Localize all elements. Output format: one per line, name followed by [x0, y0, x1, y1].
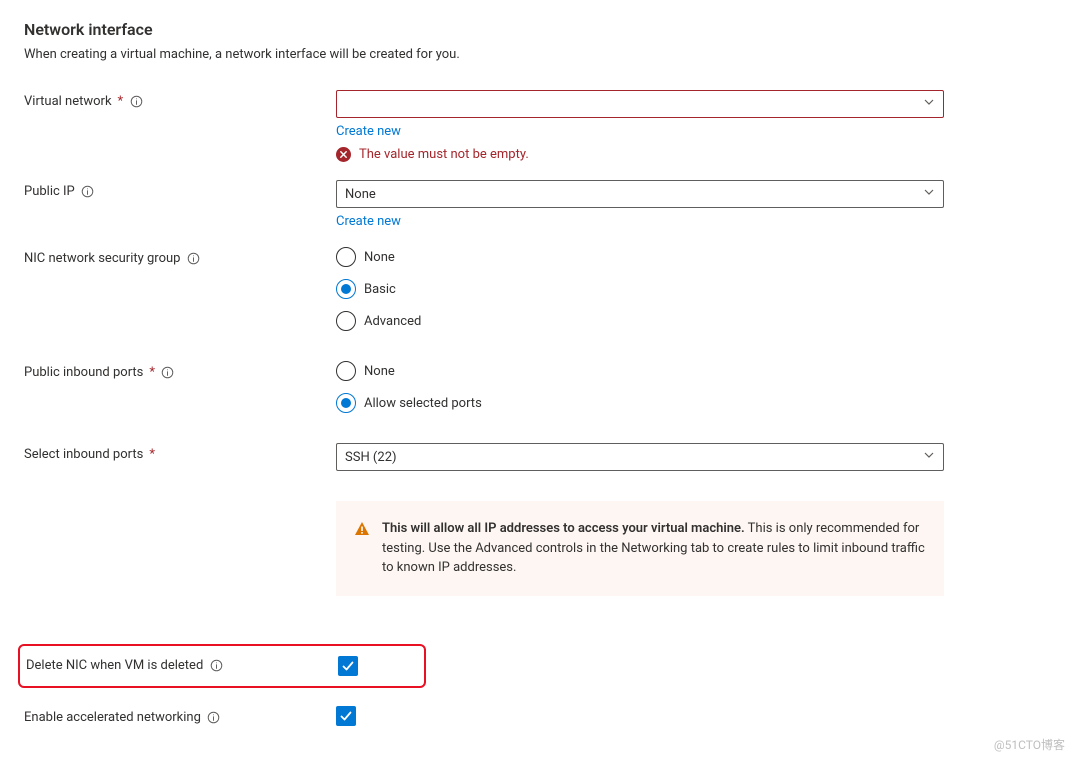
radio-label: None: [364, 250, 395, 265]
chevron-down-icon: [923, 449, 935, 465]
info-icon[interactable]: [161, 366, 175, 380]
dropdown-value: SSH (22): [345, 450, 397, 465]
error-icon: [336, 147, 351, 162]
radio-label: Advanced: [364, 314, 421, 329]
info-icon[interactable]: [186, 252, 200, 266]
radio-icon: [336, 361, 356, 381]
radio-label: None: [364, 364, 395, 379]
accel-net-label: Enable accelerated networking: [24, 706, 336, 725]
label-text: Delete NIC when VM is deleted: [26, 658, 203, 673]
warning-icon: [354, 521, 370, 578]
public-ip-label: Public IP: [24, 180, 336, 199]
select-inbound-label: Select inbound ports *: [24, 443, 336, 462]
section-title: Network interface: [24, 20, 1055, 39]
warning-text: This will allow all IP addresses to acce…: [382, 519, 926, 578]
public-ip-dropdown[interactable]: None: [336, 180, 944, 208]
select-inbound-dropdown[interactable]: SSH (22): [336, 443, 944, 471]
nsg-radio-group: None Basic Advanced: [336, 247, 944, 331]
nsg-label: NIC network security group: [24, 247, 336, 266]
virtual-network-label: Virtual network *: [24, 90, 336, 109]
create-new-vnet-link[interactable]: Create new: [336, 124, 401, 139]
info-icon[interactable]: [129, 95, 143, 109]
warning-bold: This will allow all IP addresses to acce…: [382, 521, 745, 536]
delete-nic-checkbox[interactable]: [338, 656, 358, 676]
accel-net-checkbox[interactable]: [336, 706, 356, 726]
radio-label: Basic: [364, 282, 396, 297]
create-new-pip-link[interactable]: Create new: [336, 214, 401, 229]
nsg-radio-advanced[interactable]: Advanced: [336, 311, 944, 331]
radio-icon: [336, 247, 356, 267]
info-icon[interactable]: [209, 659, 223, 673]
radio-icon: [336, 279, 356, 299]
required-asterisk: *: [118, 94, 124, 109]
chevron-down-icon: [923, 186, 935, 202]
radio-icon: [336, 311, 356, 331]
info-icon[interactable]: [81, 185, 95, 199]
section-description: When creating a virtual machine, a netwo…: [24, 47, 1055, 62]
radio-label: Allow selected ports: [364, 396, 482, 411]
inbound-ports-label: Public inbound ports *: [24, 361, 336, 380]
label-text: Public inbound ports: [24, 365, 143, 380]
delete-nic-label: Delete NIC when VM is deleted: [20, 658, 338, 673]
virtual-network-dropdown[interactable]: [336, 90, 944, 118]
radio-icon: [336, 393, 356, 413]
dropdown-value: None: [345, 187, 376, 202]
inbound-ports-radio-group: None Allow selected ports: [336, 361, 944, 413]
label-text: Enable accelerated networking: [24, 710, 201, 725]
label-text: Select inbound ports: [24, 447, 143, 462]
nsg-radio-none[interactable]: None: [336, 247, 944, 267]
label-text: Virtual network: [24, 94, 112, 109]
required-asterisk: *: [149, 447, 155, 462]
label-text: Public IP: [24, 184, 75, 199]
delete-nic-highlight: Delete NIC when VM is deleted: [18, 644, 426, 688]
required-asterisk: *: [149, 365, 155, 380]
virtual-network-error: The value must not be empty.: [336, 147, 944, 162]
info-icon[interactable]: [207, 710, 221, 724]
inbound-warning: This will allow all IP addresses to acce…: [336, 501, 944, 596]
label-text: NIC network security group: [24, 251, 180, 266]
nsg-radio-basic[interactable]: Basic: [336, 279, 944, 299]
error-text: The value must not be empty.: [359, 147, 529, 162]
inbound-radio-allow[interactable]: Allow selected ports: [336, 393, 944, 413]
chevron-down-icon: [923, 96, 935, 112]
watermark: @51CTO博客: [994, 736, 1065, 753]
inbound-radio-none[interactable]: None: [336, 361, 944, 381]
